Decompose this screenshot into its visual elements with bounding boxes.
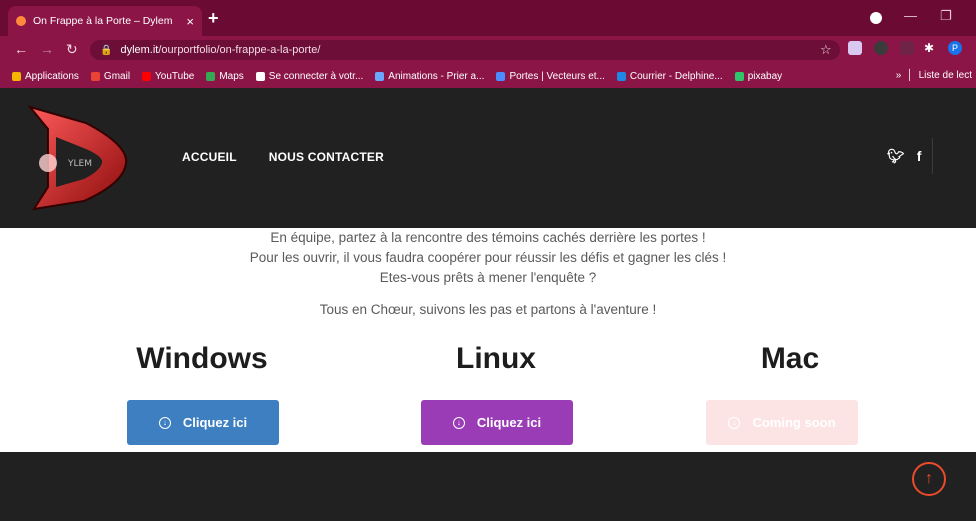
bookmark-icon [90,71,100,81]
bookmark-icon [616,71,626,81]
button-label: Cliquez ici [476,415,542,430]
bookmark-label: Gmail [103,70,131,82]
bookmark-label: Maps [219,70,244,82]
bookmark-icon [734,71,744,81]
extension-icon[interactable] [848,41,862,55]
coming-soon-button[interactable]: ↓ Coming soon [706,400,858,445]
bookmark-label: Se connecter à votr... [268,70,364,82]
download-icon: ↓ [452,416,465,429]
browser-tab[interactable]: On Frappe à la Porte – Dylem × [8,6,202,36]
bookmark-label: YouTube [155,70,195,82]
star-icon[interactable]: ☆ [820,42,832,58]
button-label: Coming soon [752,415,836,430]
reading-list-label: Liste de lect [918,70,972,81]
tab-close-button[interactable]: × [186,14,194,29]
extension-icon[interactable] [874,41,888,55]
url-host: dylem.it [120,44,159,56]
bookmark-label: Portes | Vecteurs et... [509,70,605,82]
bookmark-icon [375,71,385,81]
dylem-logo[interactable]: YLEM [26,105,130,211]
download-icon: ↓ [728,416,741,429]
tagline: Tous en Chœur, suivons les pas et parton… [319,302,657,317]
download-linux: Linux ↓ Cliquez ici [346,340,646,445]
nav-nous-contacter[interactable]: NOUS CONTACTER [269,150,384,164]
bookmark-item[interactable]: YouTube [142,71,194,82]
reload-icon[interactable]: ↻ [66,41,78,58]
lock-icon: 🔒 [100,44,113,56]
bookmark-item[interactable]: Courrier - Delphine... [616,70,723,82]
back-icon[interactable]: ← [14,41,28,57]
bookmark-item[interactable]: Gmail [90,70,131,82]
main-nav: ACCUEIL NOUS CONTACTER [182,150,384,164]
bookmark-item[interactable]: Se connecter à votr... [255,70,364,82]
logo-text: YLEM [67,159,92,169]
scroll-to-top-button[interactable]: ↑ [912,462,946,496]
footer [0,452,976,521]
bookmark-item[interactable]: Animations - Prier a... [375,71,484,82]
extension-icon[interactable] [900,41,914,55]
bookmarks-more-button[interactable]: » [896,70,902,81]
button-label: Cliquez ici [182,415,248,430]
bookmark-label: Animations - Prier a... [388,70,485,82]
browser-toolbar: ← → ↻ 🔒 dylem.it /ourportfolio/on-frappe… [0,36,976,64]
bookmark-icon [142,71,152,81]
bookmark-icon [206,71,216,81]
bookmark-label: Applications [25,70,79,82]
url-path: /ourportfolio/on-frappe-a-la-porte/ [158,44,321,56]
os-title: Mac [760,342,820,375]
bookmark-item[interactable]: Portes | Vecteurs et... [496,70,605,82]
intro-text: En équipe, partez à la rencontre des tém… [0,228,976,288]
profile-icon[interactable] [870,12,882,24]
address-field[interactable]: 🔒 dylem.it /ourportfolio/on-frappe-a-la-… [90,40,840,60]
os-title: Linux [456,342,536,375]
minimize-icon[interactable]: — [904,8,917,23]
profile-avatar[interactable]: P [948,41,962,55]
bookmark-item[interactable]: Applications [12,71,79,82]
intro-line: Etes-vous prêts à mener l'enquête ? [379,270,597,285]
browser-tab-bar: On Frappe à la Porte – Dylem × + — ❐ [0,0,976,36]
site-header: YLEM ACCUEIL NOUS CONTACTER 🐦︎ f [0,88,976,228]
restore-icon[interactable]: ❐ [940,8,952,24]
forward-icon[interactable]: → [40,41,54,57]
favicon-icon [16,16,26,26]
new-tab-button[interactable]: + [208,8,219,29]
puzzle-icon[interactable]: ✱ [924,41,938,55]
intro-line: Pour les ouvrir, il vous faudra coopérer… [249,250,727,265]
nav-accueil[interactable]: ACCUEIL [182,150,237,164]
bookmark-item[interactable]: pixabay [734,70,783,82]
download-mac: Mac ↓ Coming soon [640,340,940,445]
bookmark-label: Courrier - Delphine... [629,70,723,82]
bookmark-item[interactable]: Maps [206,70,244,82]
reading-list[interactable]: » │ Liste de lect [896,70,972,81]
facebook-icon[interactable]: f [917,148,922,165]
tab-title: On Frappe à la Porte – Dylem [33,15,173,27]
download-windows: Windows ↓ Cliquez ici [52,340,352,445]
bookmark-icon [12,71,21,81]
bookmark-icon [255,71,265,81]
divider [932,138,933,174]
bookmark-label: pixabay [747,70,783,82]
twitter-icon[interactable]: 🐦︎ [887,148,905,165]
download-icon: ↓ [158,416,171,429]
bookmarks-bar: Applications Gmail YouTube Maps Se connecter… [0,64,976,88]
social-links: 🐦︎ f [887,148,921,165]
bookmark-icon [496,71,506,81]
intro-line: En équipe, partez à la rencontre des tém… [270,230,706,245]
download-linux-button[interactable]: ↓ Cliquez ici [421,400,573,445]
os-title: Windows [136,342,268,375]
download-windows-button[interactable]: ↓ Cliquez ici [127,400,279,445]
